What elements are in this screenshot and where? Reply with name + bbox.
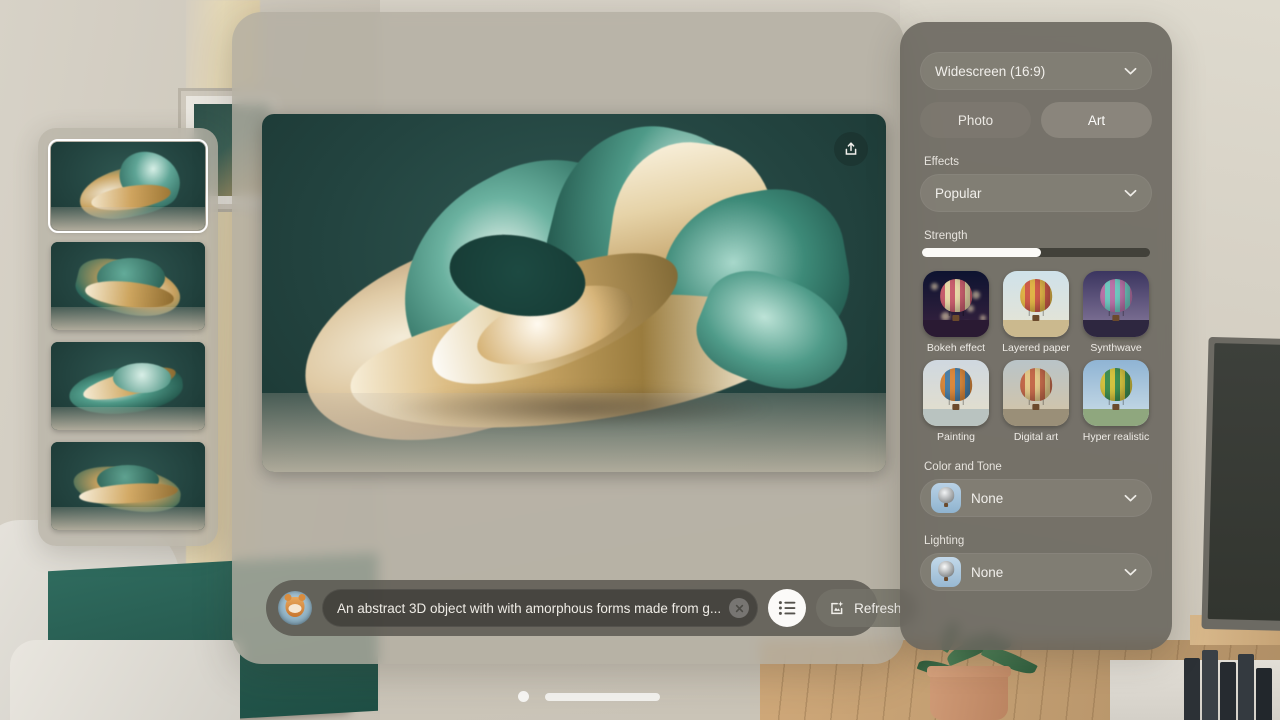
effect-label: Painting: [937, 431, 975, 443]
home-indicator[interactable]: [545, 693, 660, 701]
lighting-label: Lighting: [924, 535, 965, 547]
effect-thumbnail: [1083, 271, 1149, 337]
lighting-dropdown[interactable]: None: [920, 553, 1152, 591]
refresh-label: Refresh: [854, 600, 902, 616]
effect-cell-3[interactable]: Painting: [920, 360, 992, 443]
color-and-tone-value: None: [971, 490, 1004, 506]
refresh-sparkle-icon: [831, 600, 844, 614]
prompt-input[interactable]: An abstract 3D object with with amorphou…: [322, 589, 759, 627]
effects-category-value: Popular: [935, 185, 982, 201]
effect-cell-5[interactable]: Hyper realistic: [1080, 360, 1152, 443]
television: [1201, 336, 1280, 632]
aspect-ratio-dropdown[interactable]: Widescreen (16:9): [920, 52, 1152, 90]
style-tabs: Photo Art: [920, 102, 1152, 138]
effect-thumbnail: [1003, 360, 1069, 426]
effect-label: Digital art: [1013, 431, 1059, 443]
effects-category-dropdown[interactable]: Popular: [920, 174, 1152, 212]
main-window: An abstract 3D object with with amorphou…: [232, 12, 918, 664]
color-and-tone-thumbnail: [931, 483, 961, 513]
clear-icon[interactable]: [729, 598, 750, 618]
effect-cell-4[interactable]: Digital art: [1000, 360, 1072, 443]
strength-slider-fill: [922, 248, 1041, 257]
chevron-down-icon: [1124, 494, 1137, 501]
effect-thumbnail: [923, 360, 989, 426]
strength-slider[interactable]: [922, 248, 1150, 257]
tab-photo-label: Photo: [957, 112, 994, 128]
tiger-avatar[interactable]: [278, 591, 312, 625]
effects-label: Effects: [924, 156, 959, 168]
effects-grid: Bokeh effect Layered paper Synthwave Pai…: [920, 271, 1152, 443]
share-icon: [845, 142, 857, 155]
chevron-down-icon: [1124, 67, 1137, 74]
effect-label: Synthwave: [1090, 342, 1142, 354]
effect-cell-2[interactable]: Synthwave: [1080, 271, 1152, 354]
lighting-value: None: [971, 564, 1004, 580]
effect-cell-1[interactable]: Layered paper: [1000, 271, 1072, 354]
book-stack: [1182, 645, 1280, 720]
generated-image-canvas[interactable]: [262, 114, 886, 472]
aspect-ratio-value: Widescreen (16:9): [935, 63, 1046, 79]
thumbnail-item-4[interactable]: [51, 442, 205, 530]
tab-art[interactable]: Art: [1041, 102, 1152, 138]
home-dot[interactable]: [518, 691, 529, 702]
tab-photo[interactable]: Photo: [920, 102, 1031, 138]
tab-art-label: Art: [1087, 112, 1106, 128]
color-and-tone-dropdown[interactable]: None: [920, 479, 1152, 517]
thumbnail-item-1[interactable]: [48, 139, 208, 233]
list-icon[interactable]: [768, 589, 807, 627]
ar-desktop-scene: An abstract 3D object with with amorphou…: [0, 0, 1280, 720]
effect-thumbnail: [923, 271, 989, 337]
thumbnail-rail: [38, 128, 218, 546]
effect-thumbnail: [1083, 360, 1149, 426]
effect-label: Layered paper: [1002, 342, 1070, 354]
effect-label: Hyper realistic: [1082, 431, 1150, 443]
prompt-text: An abstract 3D object with with amorphou…: [337, 600, 722, 616]
lighting-thumbnail: [931, 557, 961, 587]
effect-label: Bokeh effect: [926, 342, 986, 354]
chevron-down-icon: [1124, 189, 1137, 196]
thumbnail-item-3[interactable]: [51, 342, 205, 430]
effect-cell-0[interactable]: Bokeh effect: [920, 271, 992, 354]
color-and-tone-label: Color and Tone: [924, 461, 1002, 473]
thumbnail-item-2[interactable]: [51, 242, 205, 330]
prompt-bar: An abstract 3D object with with amorphou…: [266, 580, 918, 636]
settings-panel: Widescreen (16:9) Photo Art Effects Popu…: [900, 22, 1172, 650]
strength-label: Strength: [924, 230, 968, 242]
chevron-down-icon: [1124, 568, 1137, 575]
effect-thumbnail: [1003, 271, 1069, 337]
sofa-armrest: [10, 640, 240, 720]
share-button[interactable]: [834, 132, 868, 166]
